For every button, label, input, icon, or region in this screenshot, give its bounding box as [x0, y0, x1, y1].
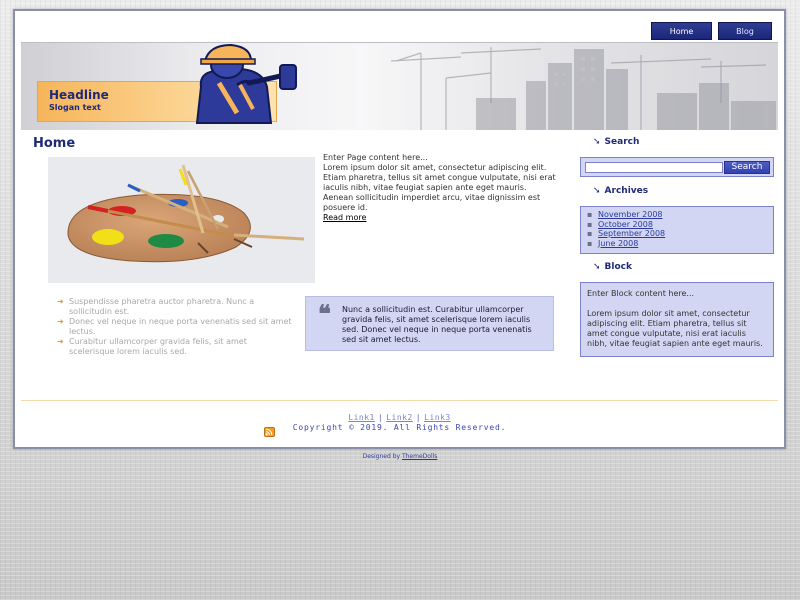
search-input[interactable]: [585, 162, 723, 173]
nav-home-tab[interactable]: Home: [651, 22, 712, 40]
construction-worker-mascot-icon: [195, 43, 297, 124]
intro-text: Enter Page content here... Lorem ipsum d…: [323, 153, 559, 223]
archive-item: ▪ September 2008: [587, 229, 773, 239]
header-banner: Headline Slogan text: [21, 42, 778, 130]
archive-item: ▪ June 2008: [587, 239, 773, 249]
archive-link-sep-2008[interactable]: September 2008: [598, 229, 665, 238]
archives-heading: ➘ Archives: [593, 186, 648, 196]
footer-divider: [21, 400, 778, 401]
bullet-list: ➜ Suspendisse pharetra auctor pharetra. …: [57, 297, 292, 357]
page-title: Home: [33, 136, 76, 151]
copyright-text: Copyright © 2019. All Rights Reserved.: [292, 423, 507, 432]
quote-icon: ❝: [318, 299, 331, 328]
arrow-down-right-icon: ➘: [593, 137, 601, 147]
list-item-text: Curabitur ullamcorper gravida felis, sit…: [69, 337, 247, 356]
dot-icon: ▪: [587, 229, 593, 238]
search-heading: ➘ Search: [593, 137, 639, 147]
arrow-right-icon: ➜: [57, 317, 64, 326]
designer-link[interactable]: ThemeDolls: [402, 453, 437, 460]
block-box: Enter Block content here... Lorem ipsum …: [580, 282, 774, 357]
block-heading-label: Block: [604, 262, 632, 272]
archive-link-oct-2008[interactable]: October 2008: [598, 220, 653, 229]
dot-icon: ▪: [587, 219, 593, 229]
footer-separator: |: [415, 413, 422, 422]
list-item: ➜ Donec vel neque in neque porta venenat…: [57, 317, 292, 337]
intro-body: Lorem ipsum dolor sit amet, consectetur …: [323, 163, 556, 212]
rss-icon[interactable]: [264, 427, 275, 437]
intro-lead: Enter Page content here...: [323, 153, 428, 162]
list-item: ➜ Curabitur ullamcorper gravida felis, s…: [57, 337, 292, 357]
read-more-link[interactable]: Read more: [323, 213, 366, 223]
block-body: Lorem ipsum dolor sit amet, consectetur …: [587, 309, 763, 348]
search-box: Search: [580, 157, 774, 177]
footer-separator: |: [377, 413, 384, 422]
list-item: ➜ Suspendisse pharetra auctor pharetra. …: [57, 297, 292, 317]
search-heading-label: Search: [604, 137, 640, 147]
dot-icon: ▪: [587, 238, 593, 248]
list-item-text: Suspendisse pharetra auctor pharetra. Nu…: [69, 297, 255, 316]
designed-by-prefix: Designed by: [362, 453, 402, 460]
nav-blog-tab[interactable]: Blog: [718, 22, 772, 40]
footer-links: Link1 | Link2 | Link3: [15, 413, 784, 422]
quote-text: Nunc a sollicitudin est. Curabitur ullam…: [342, 305, 532, 344]
search-button[interactable]: Search: [724, 161, 770, 174]
footer-link-1[interactable]: Link1: [348, 413, 375, 422]
block-heading: ➘ Block: [593, 262, 632, 272]
arrow-down-right-icon: ➘: [593, 186, 601, 196]
block-lead: Enter Block content here...: [587, 289, 695, 298]
footer-link-3[interactable]: Link3: [424, 413, 451, 422]
site-slogan: Slogan text: [49, 103, 101, 112]
site-headline: Headline: [49, 88, 109, 102]
footer-link-2[interactable]: Link2: [386, 413, 413, 422]
archives-heading-label: Archives: [604, 186, 649, 196]
list-item-text: Donec vel neque in neque porta venenatis…: [69, 317, 292, 336]
archive-item: ▪ October 2008: [587, 220, 773, 230]
page-body: Home Blog Headline Slogan text Home Ente…: [15, 11, 784, 447]
designed-by-credit: Designed by ThemeDolls: [0, 453, 800, 460]
archive-item: ▪ November 2008: [587, 210, 773, 220]
archives-list: ▪ November 2008 ▪ October 2008 ▪ September …: [587, 210, 773, 248]
archive-link-jun-2008[interactable]: June 2008: [598, 239, 638, 248]
archive-link-nov-2008[interactable]: November 2008: [598, 210, 663, 219]
arrow-right-icon: ➜: [57, 297, 64, 306]
arrow-down-right-icon: ➘: [593, 262, 601, 272]
archives-box: ▪ November 2008 ▪ October 2008 ▪ September …: [580, 206, 774, 254]
dot-icon: ▪: [587, 210, 593, 219]
paint-palette-image: [48, 157, 315, 283]
quote-box: ❝ Nunc a sollicitudin est. Curabitur ull…: [305, 296, 554, 351]
arrow-right-icon: ➜: [57, 337, 64, 346]
page-frame: Home Blog Headline Slogan text Home Ente…: [13, 9, 786, 449]
